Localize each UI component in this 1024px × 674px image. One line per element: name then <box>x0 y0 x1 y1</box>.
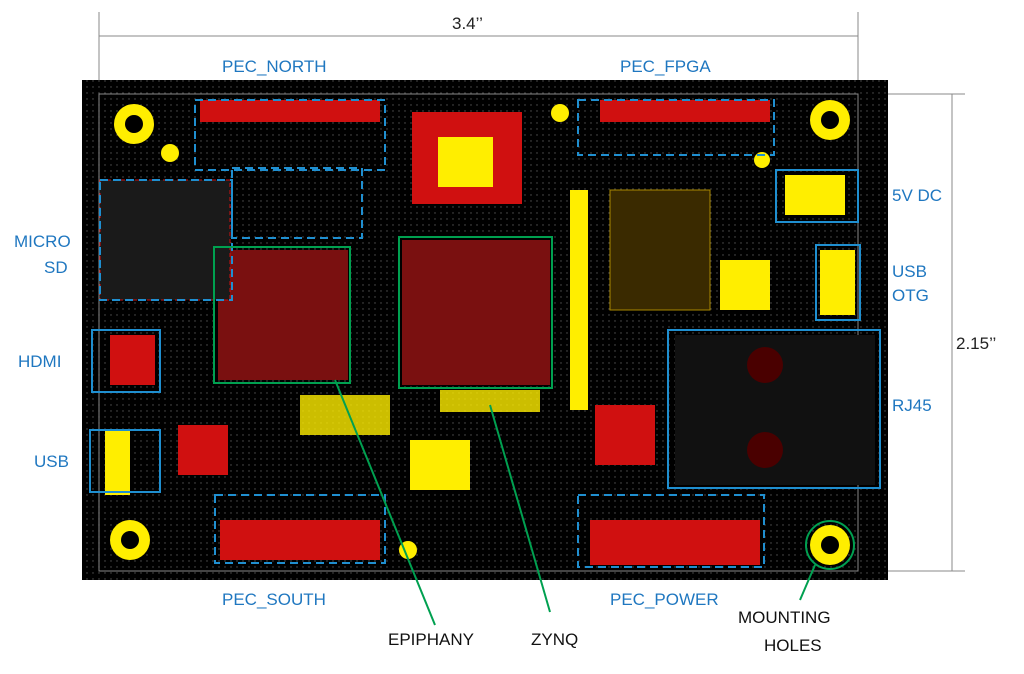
callout-zynq: ZYNQ <box>531 630 579 649</box>
label-usb: USB <box>34 452 69 471</box>
label-usb-otg-1: USB <box>892 262 927 281</box>
label-rj45: RJ45 <box>892 396 932 415</box>
label-pec-fpga: PEC_FPGA <box>620 57 711 76</box>
pcb-diagram <box>82 12 965 626</box>
label-pec-south: PEC_SOUTH <box>222 590 326 609</box>
callout-holes: HOLES <box>764 636 822 655</box>
label-pec-power: PEC_POWER <box>610 590 719 609</box>
height-dimension: 2.15’’ <box>956 334 997 353</box>
label-pec-north: PEC_NORTH <box>222 57 327 76</box>
callout-mounting: MOUNTING <box>738 608 831 627</box>
label-sd: SD <box>44 258 68 277</box>
label-usb-otg-2: OTG <box>892 286 929 305</box>
label-micro: MICRO <box>14 232 71 251</box>
label-hdmi: HDMI <box>18 352 62 371</box>
callout-epiphany: EPIPHANY <box>388 630 474 649</box>
width-dimension: 3.4’’ <box>452 14 483 33</box>
label-5v-dc: 5V DC <box>892 186 943 205</box>
